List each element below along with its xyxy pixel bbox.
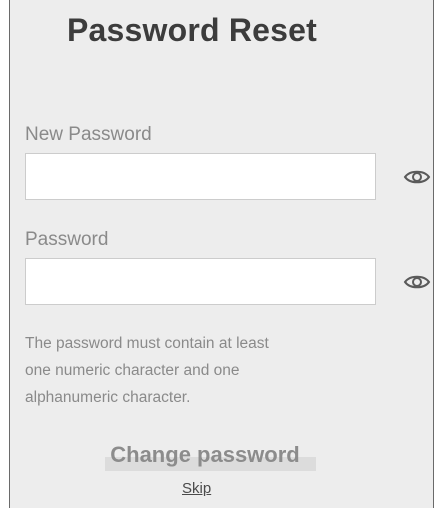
hint-line: The password must contain at least [25,335,269,352]
new-password-label: New Password [25,124,152,145]
page-title: Password Reset [67,12,318,48]
skip-link[interactable]: Skip [182,480,211,497]
hint-line: one numeric character and one [25,362,240,379]
password-label: Password [25,229,109,250]
change-password-label: Change password [110,442,300,467]
password-input[interactable] [25,258,376,305]
eye-icon[interactable] [403,273,431,291]
hint-line: alphanumeric character. [25,389,191,406]
password-requirements-hint: The password must contain at least one n… [25,330,355,411]
change-password-button[interactable]: Change password [105,442,316,472]
new-password-input[interactable] [25,153,376,200]
eye-icon[interactable] [403,168,431,186]
password-reset-panel: Password Reset New Password Password The… [9,0,434,508]
